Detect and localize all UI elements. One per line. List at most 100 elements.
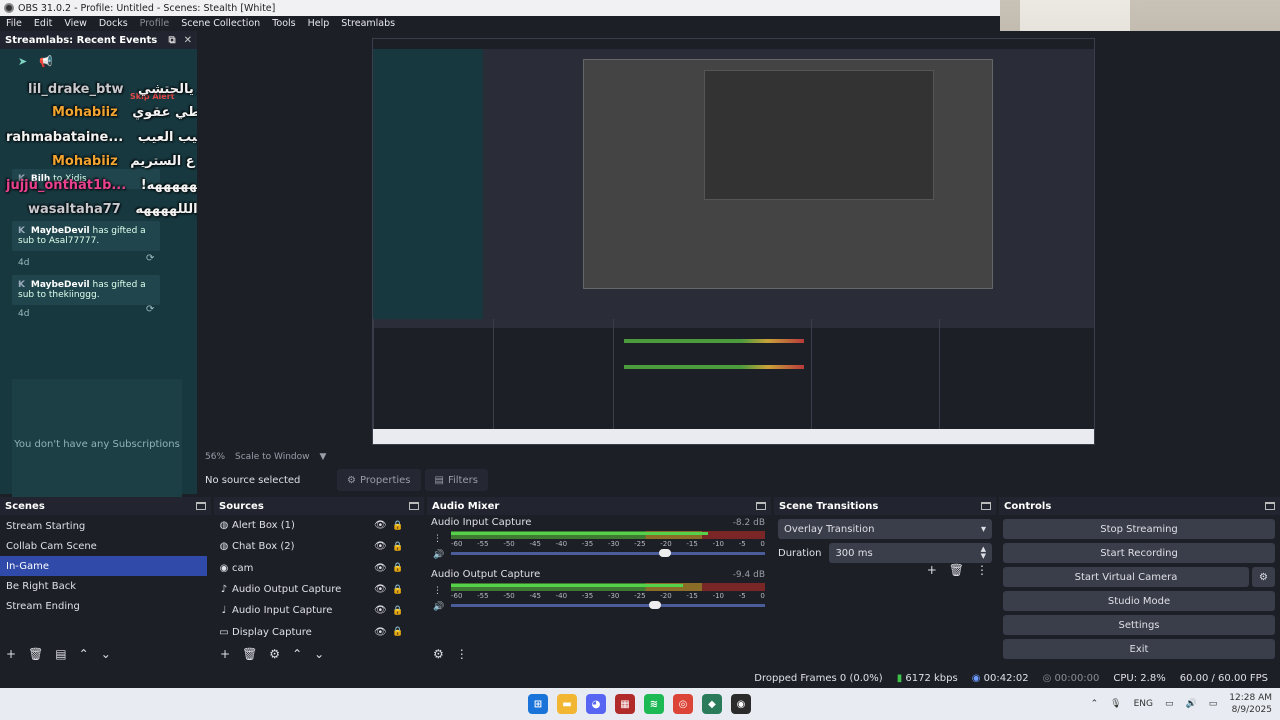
monitor-icon[interactable]: ▭ — [1165, 699, 1174, 709]
source-item[interactable]: ▭ Display Capture 👁 🔒 — [214, 621, 424, 642]
kebab-menu-icon[interactable]: ⋮ — [433, 531, 444, 547]
source-item[interactable]: ♪ Audio Output Capture 👁 🔒 — [214, 579, 424, 600]
lock-icon[interactable]: 🔒 — [392, 627, 403, 637]
scene-item[interactable]: Collab Cam Scene — [0, 536, 211, 556]
close-icon[interactable]: ✕ — [184, 35, 192, 46]
lock-icon[interactable]: 🔒 — [392, 606, 403, 616]
source-item[interactable]: ◍ Alert Box (1) 👁 🔒 — [214, 515, 424, 536]
lock-icon[interactable]: 🔒 — [392, 585, 403, 595]
kebab-menu-icon[interactable]: ⋮ — [976, 563, 988, 577]
stop-streaming-button[interactable]: Stop Streaming — [1003, 519, 1275, 539]
menu-docks[interactable]: Docks — [93, 18, 134, 29]
menu-file[interactable]: File — [0, 18, 28, 29]
app-red-icon[interactable]: ▦ — [615, 694, 635, 714]
arrow-down-icon[interactable]: ⌄ — [314, 647, 324, 661]
start-virtual-camera-button[interactable]: Start Virtual Camera — [1003, 567, 1249, 587]
windows-start-icon[interactable]: ⊞ — [528, 694, 548, 714]
recent-events-header: Streamlabs: Recent Events ⧉ ✕ — [0, 31, 197, 49]
scene-item[interactable]: Stream Ending — [0, 596, 211, 616]
source-item[interactable]: ◍ Chat Box (2) 👁 🔒 — [214, 536, 424, 557]
eye-icon[interactable]: 👁 — [374, 541, 387, 552]
chrome-icon[interactable]: ◎ — [673, 694, 693, 714]
menu-tools[interactable]: Tools — [266, 18, 301, 29]
volume-slider[interactable] — [451, 601, 765, 609]
chevron-up-icon[interactable]: ⌃ — [1091, 699, 1099, 709]
menu-view[interactable]: View — [58, 18, 93, 29]
lock-icon[interactable]: 🔒 — [392, 521, 403, 531]
undock-icon[interactable] — [409, 502, 419, 510]
undock-icon[interactable] — [1265, 502, 1275, 510]
chevron-down-icon[interactable]: ▼ — [319, 452, 326, 462]
arrow-down-icon[interactable]: ⌄ — [101, 647, 111, 661]
kebab-menu-icon[interactable]: ⋮ — [456, 647, 468, 661]
settings-button[interactable]: Settings — [1003, 615, 1275, 635]
add-icon[interactable]: + — [6, 647, 16, 661]
eye-icon[interactable]: 👁 — [374, 627, 387, 638]
trash-icon[interactable]: 🗑 — [242, 647, 257, 661]
gear-icon[interactable]: ⚙ — [433, 647, 444, 661]
mic-icon[interactable]: 🎙 — [1110, 699, 1121, 709]
volume-slider[interactable] — [451, 549, 765, 557]
file-explorer-icon[interactable]: ▬ — [557, 694, 577, 714]
scene-item[interactable]: Be Right Back — [0, 576, 211, 596]
trash-icon[interactable]: 🗑 — [949, 563, 964, 577]
undock-icon[interactable] — [756, 502, 766, 510]
transition-select[interactable]: Overlay Transition ▾ — [778, 519, 992, 539]
studio-mode-button[interactable]: Studio Mode — [1003, 591, 1275, 611]
kebab-menu-icon[interactable]: ⋮ — [433, 583, 444, 599]
replay-icon[interactable]: ⟳ — [146, 253, 154, 264]
spotify-icon[interactable]: ≋ — [644, 694, 664, 714]
filter-icon[interactable]: ▤ — [55, 647, 66, 661]
language-indicator[interactable]: ENG — [1134, 699, 1153, 709]
source-item[interactable]: ◉ cam 👁 🔒 — [214, 558, 424, 579]
megaphone-icon[interactable]: 📢 — [39, 55, 53, 79]
add-icon[interactable]: + — [927, 563, 937, 577]
speaker-icon[interactable]: 🔊 — [433, 599, 444, 615]
discord-icon[interactable]: ◕ — [586, 694, 606, 714]
send-icon[interactable]: ➤ — [18, 55, 27, 79]
undock-icon[interactable] — [981, 502, 991, 510]
channel-db: -8.2 dB — [732, 518, 765, 528]
menu-edit[interactable]: Edit — [28, 18, 58, 29]
properties-button[interactable]: ⚙ Properties — [337, 469, 421, 491]
replay-icon[interactable]: ⟳ — [146, 304, 154, 315]
scene-item[interactable]: Stream Starting — [0, 516, 211, 536]
slider-knob[interactable] — [649, 601, 662, 609]
chat-user: wasaltaha77 — [28, 202, 121, 217]
source-item[interactable]: ♩ Audio Input Capture 👁 🔒 — [214, 600, 424, 621]
taskbar-clock[interactable]: 12:28 AM 8/9/2025 — [1229, 692, 1272, 716]
preview-canvas[interactable] — [372, 38, 1095, 445]
add-icon[interactable]: + — [220, 647, 230, 661]
eye-icon[interactable]: 👁 — [374, 563, 387, 574]
eye-icon[interactable]: 👁 — [374, 584, 387, 595]
gear-icon[interactable]: ⚙ — [269, 647, 280, 661]
menu-profile[interactable]: Profile — [134, 18, 176, 29]
exit-button[interactable]: Exit — [1003, 639, 1275, 659]
obs-taskbar-icon[interactable]: ◉ — [731, 694, 751, 714]
preview-area[interactable]: 56% Scale to Window ▼ — [197, 31, 1280, 463]
eye-icon[interactable]: 👁 — [374, 605, 387, 616]
duration-input[interactable]: 300 ms ▲ ▼ — [829, 543, 992, 563]
menu-help[interactable]: Help — [302, 18, 336, 29]
start-recording-button[interactable]: Start Recording — [1003, 543, 1275, 563]
arrow-up-icon[interactable]: ⌃ — [292, 647, 302, 661]
lock-icon[interactable]: 🔒 — [392, 542, 403, 552]
app-green-icon[interactable]: ◆ — [702, 694, 722, 714]
trash-icon[interactable]: 🗑 — [28, 647, 43, 661]
lock-icon[interactable]: 🔒 — [392, 563, 403, 573]
arrow-up-icon[interactable]: ⌃ — [79, 647, 89, 661]
eye-icon[interactable]: 👁 — [374, 520, 387, 531]
slider-knob[interactable] — [658, 549, 671, 557]
speaker-icon[interactable]: 🔊 — [1186, 699, 1197, 709]
menu-scene-collection[interactable]: Scene Collection — [175, 18, 266, 29]
undock-icon[interactable] — [196, 502, 206, 510]
preview-scale-mode[interactable]: Scale to Window — [235, 452, 309, 462]
filters-button[interactable]: ▤ Filters — [424, 469, 488, 491]
scene-item-active[interactable]: In-Game — [0, 556, 207, 576]
spinner-icon[interactable]: ▲ ▼ — [981, 546, 986, 560]
battery-icon[interactable]: ▭ — [1209, 699, 1218, 709]
undock-icon[interactable]: ⧉ — [168, 35, 175, 46]
menu-streamlabs[interactable]: Streamlabs — [335, 18, 401, 29]
virtual-camera-settings-button[interactable]: ⚙ — [1252, 567, 1275, 587]
speaker-icon[interactable]: 🔊 — [433, 547, 444, 563]
